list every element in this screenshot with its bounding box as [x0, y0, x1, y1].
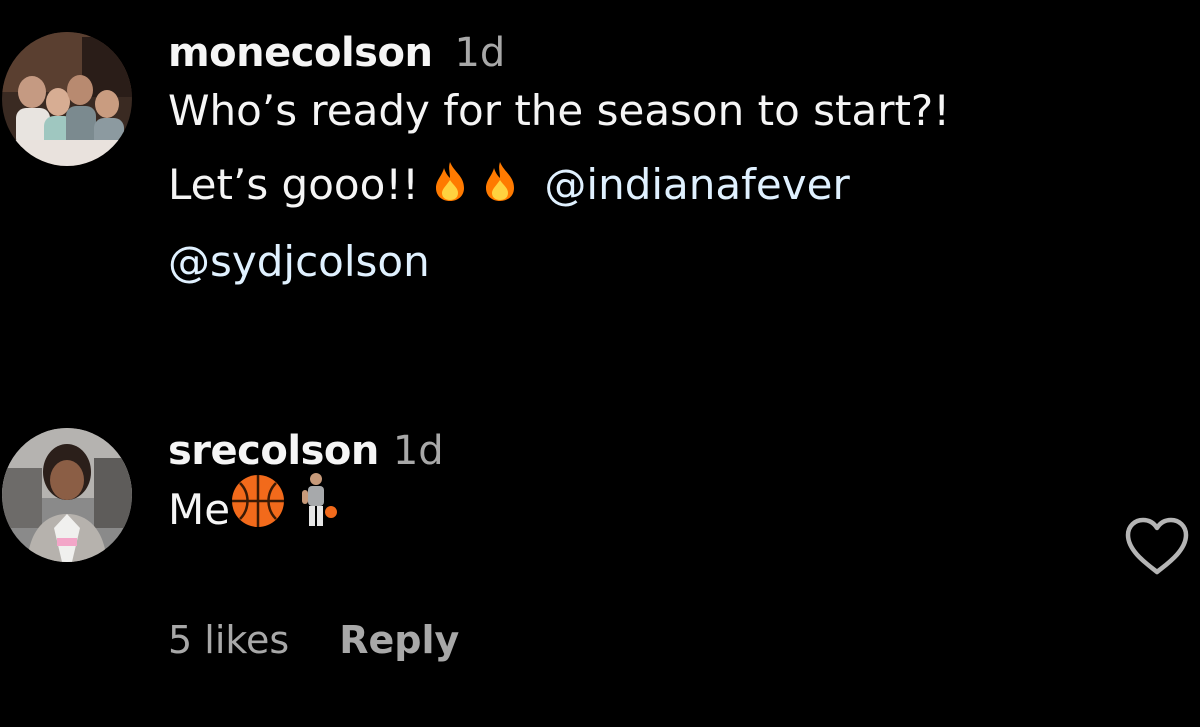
reply-button[interactable]: Reply: [339, 618, 459, 662]
comment: monecolson 1d Who’s ready for the season…: [0, 30, 1200, 360]
comment-line: Who’s ready for the season to start?!: [168, 86, 951, 135]
heart-outline-icon[interactable]: [1124, 516, 1190, 576]
comment: srecolson 1d Me 5 likes Reply: [0, 428, 1200, 727]
timestamp[interactable]: 1d: [393, 428, 444, 474]
username[interactable]: monecolson: [168, 30, 433, 76]
basketball-emoji: [230, 473, 286, 552]
comment-line: @sydjcolson: [168, 225, 1120, 299]
comment-actions: 5 likes Reply: [168, 618, 459, 662]
likes-count[interactable]: 5 likes: [168, 618, 289, 662]
person-bouncing-ball-emoji: [298, 472, 338, 553]
comment-line: Let’s gooo!! @indianafever: [168, 148, 1120, 225]
fire-emoji: [482, 151, 518, 225]
avatar-photo: [2, 428, 132, 562]
fire-emoji: [432, 151, 468, 225]
comment-text: Me: [168, 472, 1120, 553]
avatar[interactable]: [2, 428, 132, 562]
avatar-photo: [2, 32, 132, 166]
username[interactable]: srecolson: [168, 428, 379, 474]
comment-line-text: Let’s gooo!!: [168, 160, 419, 209]
comment-body: srecolson 1d Me: [168, 428, 1120, 553]
comment-text: Who’s ready for the season to start?! Le…: [168, 74, 1120, 299]
timestamp[interactable]: 1d: [454, 30, 505, 76]
comment-line-text: Me: [168, 485, 231, 534]
comment-body: monecolson 1d Who’s ready for the season…: [168, 30, 1120, 299]
comment-header: srecolson 1d: [168, 428, 1120, 474]
avatar[interactable]: [2, 32, 132, 166]
comment-header: monecolson 1d: [168, 30, 1120, 76]
mention-link[interactable]: @sydjcolson: [168, 237, 430, 286]
mention-link[interactable]: @indianafever: [544, 160, 849, 209]
